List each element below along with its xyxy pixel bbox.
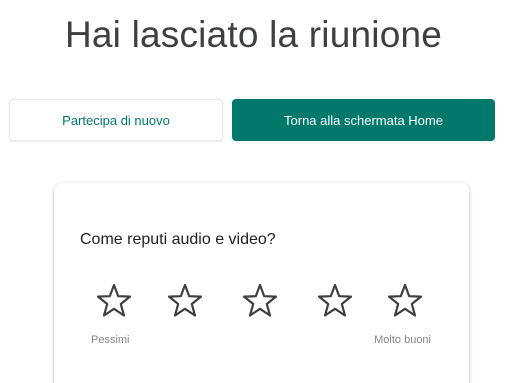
star-4-icon[interactable] [315, 281, 355, 321]
star-5-icon[interactable] [385, 281, 425, 321]
rating-max-label: Molto buoni [374, 334, 431, 346]
star-rating [94, 281, 434, 325]
star-3-icon[interactable] [240, 281, 280, 321]
star-1-icon[interactable] [94, 281, 134, 321]
rating-min-label: Pessimi [91, 334, 130, 346]
feedback-question: Come reputi audio e video? [80, 231, 276, 248]
star-2-icon[interactable] [165, 281, 205, 321]
rejoin-button[interactable]: Partecipa di nuovo [9, 99, 223, 141]
post-meeting-screen: Hai lasciato la riunione Partecipa di nu… [0, 0, 507, 383]
page-title: Hai lasciato la riunione [64, 14, 443, 55]
feedback-card: Come reputi audio e video? Pessimi Molto… [54, 183, 469, 383]
return-home-button[interactable]: Torna alla schermata Home [232, 99, 495, 141]
